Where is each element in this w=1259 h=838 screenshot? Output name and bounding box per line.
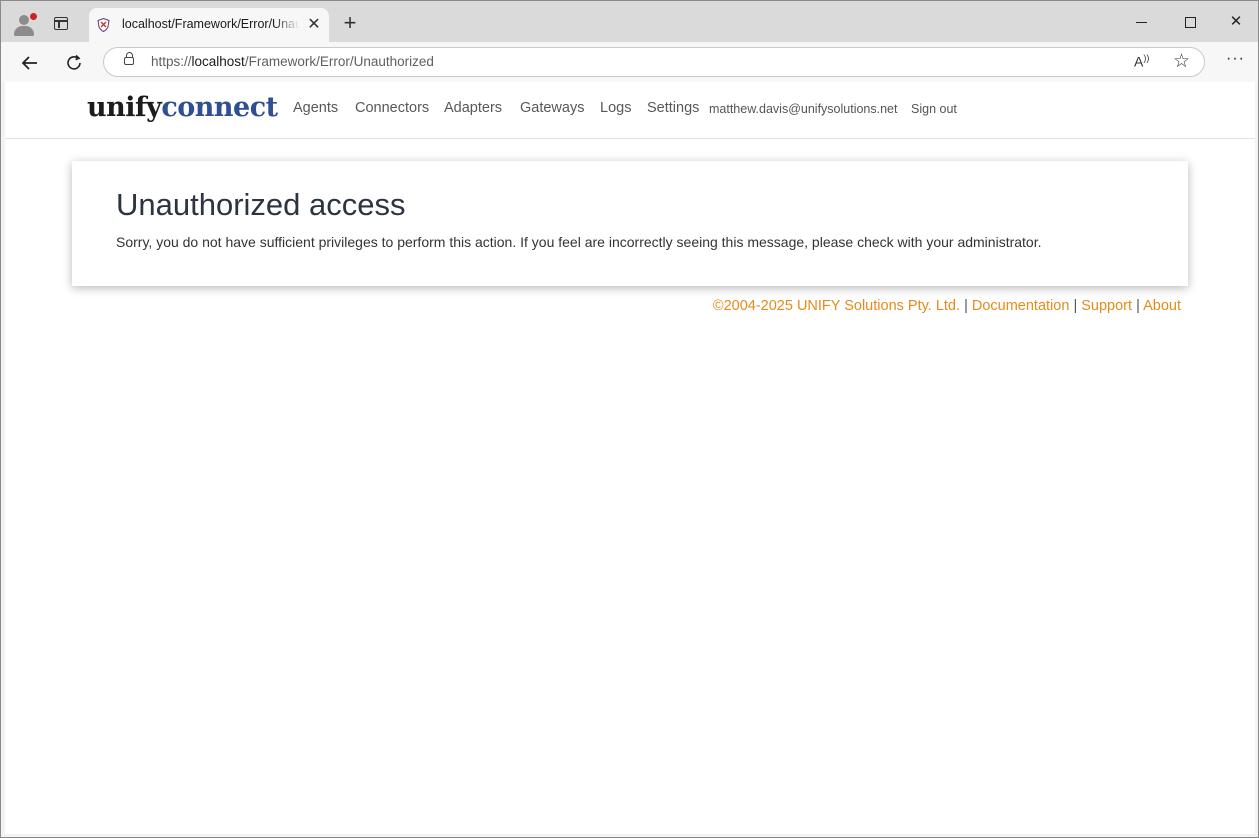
- copyright-link[interactable]: ©2004-2025 UNIFY Solutions Pty. Ltd.: [713, 298, 960, 314]
- site-footer: ©2004-2025 UNIFY Solutions Pty. Ltd. | D…: [713, 298, 1181, 314]
- footer-separator: |: [1136, 298, 1140, 314]
- browser-toolbar: https://localhost/Framework/Error/Unauth…: [1, 42, 1258, 82]
- error-message: Sorry, you do not have sufficient privil…: [116, 234, 1042, 250]
- address-bar[interactable]: https://localhost/Framework/Error/Unauth…: [103, 47, 1205, 77]
- error-card: Unauthorized access Sorry, you do not ha…: [72, 161, 1188, 286]
- browser-window: localhost/Framework/Error/Unauthorized ✕…: [0, 0, 1259, 838]
- tab-active[interactable]: localhost/Framework/Error/Unauthorized ✕: [89, 8, 329, 42]
- profile-icon[interactable]: [11, 11, 37, 37]
- minimize-icon[interactable]: [1125, 9, 1157, 35]
- maximize-icon[interactable]: [1174, 9, 1206, 35]
- sign-out-link[interactable]: Sign out: [911, 102, 957, 116]
- nav-gateways[interactable]: Gateways: [520, 100, 584, 116]
- nav-adapters[interactable]: Adapters: [444, 100, 502, 116]
- tab-title: localhost/Framework/Error/Unauthorized: [122, 17, 300, 31]
- nav-logs[interactable]: Logs: [600, 100, 631, 116]
- url-host: localhost: [191, 54, 245, 69]
- error-title: Unauthorized access: [116, 187, 406, 222]
- documentation-link[interactable]: Documentation: [972, 298, 1070, 314]
- tab-bar: localhost/Framework/Error/Unauthorized ✕…: [1, 1, 1258, 42]
- more-menu-icon[interactable]: ···: [1226, 50, 1245, 68]
- url-text[interactable]: https://localhost/Framework/Error/Unauth…: [151, 54, 434, 69]
- footer-separator: |: [1073, 298, 1078, 314]
- read-aloud-icon[interactable]: A)): [1134, 53, 1149, 70]
- back-arrow-icon[interactable]: [18, 50, 42, 74]
- lock-icon[interactable]: [124, 52, 134, 65]
- refresh-icon[interactable]: [62, 50, 86, 74]
- support-link[interactable]: Support: [1081, 298, 1132, 314]
- shield-favicon-icon: [97, 18, 110, 32]
- user-email-link[interactable]: matthew.davis@unifysolutions.net: [709, 102, 897, 116]
- footer-separator: |: [964, 298, 968, 314]
- unifyconnect-logo[interactable]: unifyconnect: [87, 92, 278, 123]
- tab-actions-icon[interactable]: [54, 17, 68, 30]
- url-scheme: https://: [151, 54, 192, 69]
- nav-connectors[interactable]: Connectors: [355, 100, 429, 116]
- favorite-star-icon[interactable]: ☆: [1173, 50, 1190, 73]
- site-header: unifyconnect Agents Connectors Adapters …: [5, 82, 1255, 139]
- nav-settings[interactable]: Settings: [647, 100, 699, 116]
- page-viewport: unifyconnect Agents Connectors Adapters …: [5, 82, 1255, 834]
- nav-agents[interactable]: Agents: [293, 100, 338, 116]
- url-path: /Framework/Error/Unauthorized: [244, 54, 434, 69]
- new-tab-icon[interactable]: +: [340, 12, 360, 34]
- about-link[interactable]: About: [1143, 298, 1181, 314]
- close-tab-icon[interactable]: ✕: [305, 16, 323, 34]
- close-window-icon[interactable]: ✕: [1220, 9, 1252, 35]
